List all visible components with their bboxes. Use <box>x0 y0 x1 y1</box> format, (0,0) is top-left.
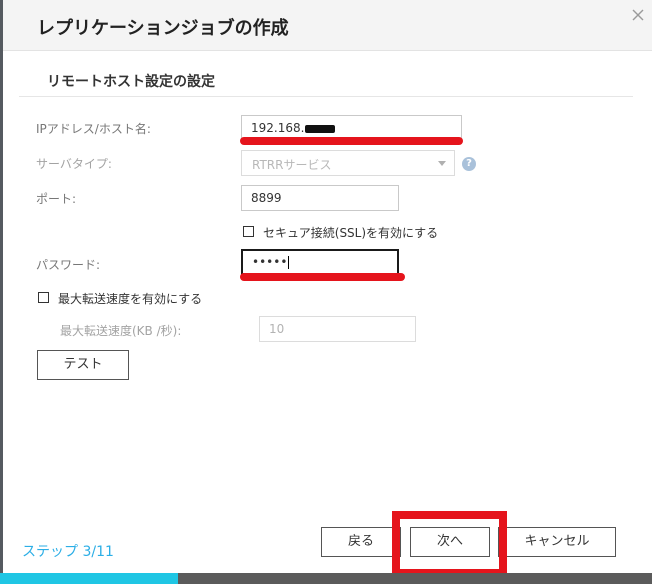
ip-highlight-annotation <box>240 137 463 145</box>
cancel-button[interactable]: キャンセル <box>498 527 616 557</box>
ssl-checkbox-label: セキュア接続(SSL)を有効にする <box>263 226 439 240</box>
replication-job-dialog: レプリケーションジョブの作成 リモートホスト設定の設定 IPアドレス/ホスト名:… <box>0 0 652 584</box>
port-input[interactable]: 8899 <box>241 185 399 211</box>
server-type-value: RTRRサービス <box>252 158 332 172</box>
next-button[interactable]: 次へ <box>410 527 490 557</box>
redacted-ip-segment <box>305 124 336 133</box>
help-icon[interactable]: ? <box>462 157 476 171</box>
server-type-select[interactable]: RTRRサービス <box>241 150 455 176</box>
max-speed-checkbox[interactable] <box>38 292 49 303</box>
dialog-title: レプリケーションジョブの作成 <box>37 18 289 39</box>
max-speed-value: 10 <box>269 322 285 336</box>
text-cursor <box>288 256 290 269</box>
test-button[interactable]: テスト <box>37 350 129 380</box>
port-label: ポート: <box>36 192 77 206</box>
max-speed-input[interactable]: 10 <box>259 316 416 342</box>
password-highlight-annotation <box>240 273 405 281</box>
port-value: 8899 <box>251 191 282 205</box>
password-input[interactable]: ••••• <box>241 249 399 275</box>
server-type-label: サーバタイプ: <box>36 157 112 171</box>
step-indicator: ステップ 3/11 <box>22 544 114 560</box>
dialog-header: レプリケーションジョブの作成 <box>3 0 652 51</box>
max-speed-label: 最大転送速度(KB /秒): <box>60 324 182 338</box>
window-edge-shadow <box>0 0 3 584</box>
section-title: リモートホスト設定の設定 <box>47 74 215 90</box>
ip-address-value: 192.168. <box>251 121 305 135</box>
close-icon[interactable] <box>627 4 649 26</box>
password-label: パスワード: <box>36 258 101 272</box>
ssl-checkbox[interactable] <box>243 226 254 237</box>
max-speed-checkbox-label: 最大転送速度を有効にする <box>58 292 203 306</box>
section-divider <box>19 96 633 97</box>
chevron-down-icon <box>438 161 446 166</box>
progress-fill <box>0 573 178 584</box>
ip-address-label: IPアドレス/ホスト名: <box>36 122 151 136</box>
password-value: ••••• <box>252 255 288 269</box>
back-button[interactable]: 戻る <box>321 527 401 557</box>
progress-bar <box>0 573 652 584</box>
